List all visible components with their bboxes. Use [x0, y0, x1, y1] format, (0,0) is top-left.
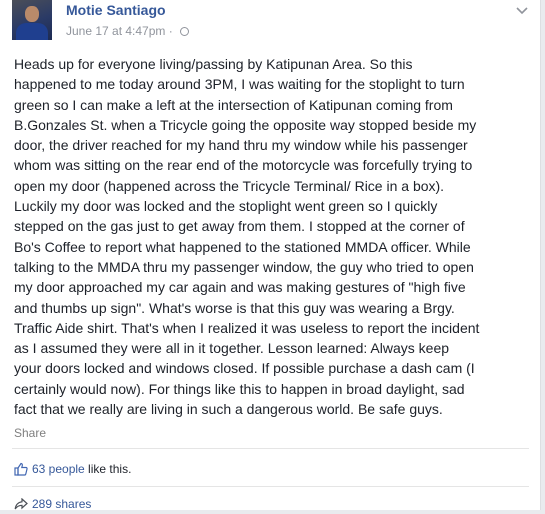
share-link[interactable]: Share [14, 426, 46, 440]
divider [12, 486, 529, 487]
shares-summary[interactable]: 289 shares [14, 497, 91, 514]
author-name[interactable]: Motie Santiago [66, 2, 166, 18]
likes-link[interactable]: 63 people [32, 462, 85, 476]
post-meta: June 17 at 4:47pm · [66, 24, 190, 38]
meta-separator: · [168, 24, 173, 38]
avatar[interactable] [12, 0, 52, 40]
chevron-down-icon[interactable] [516, 4, 528, 18]
divider [12, 448, 529, 449]
likes-summary: 63 people like this. [14, 462, 131, 479]
thumbs-up-icon [14, 462, 28, 479]
post-body: Heads up for everyone living/passing by … [14, 56, 480, 418]
post-card: Motie Santiago June 17 at 4:47pm · Heads… [0, 0, 541, 511]
shares-count[interactable]: 289 shares [32, 497, 91, 511]
likes-suffix: like this. [84, 462, 132, 476]
post-timestamp[interactable]: June 17 at 4:47pm [66, 24, 165, 38]
avatar-shirt [16, 23, 48, 40]
globe-icon [180, 27, 190, 36]
avatar-face [25, 6, 39, 22]
post-header: Motie Santiago June 17 at 4:47pm · [0, 0, 541, 48]
share-arrow-icon [14, 497, 28, 514]
